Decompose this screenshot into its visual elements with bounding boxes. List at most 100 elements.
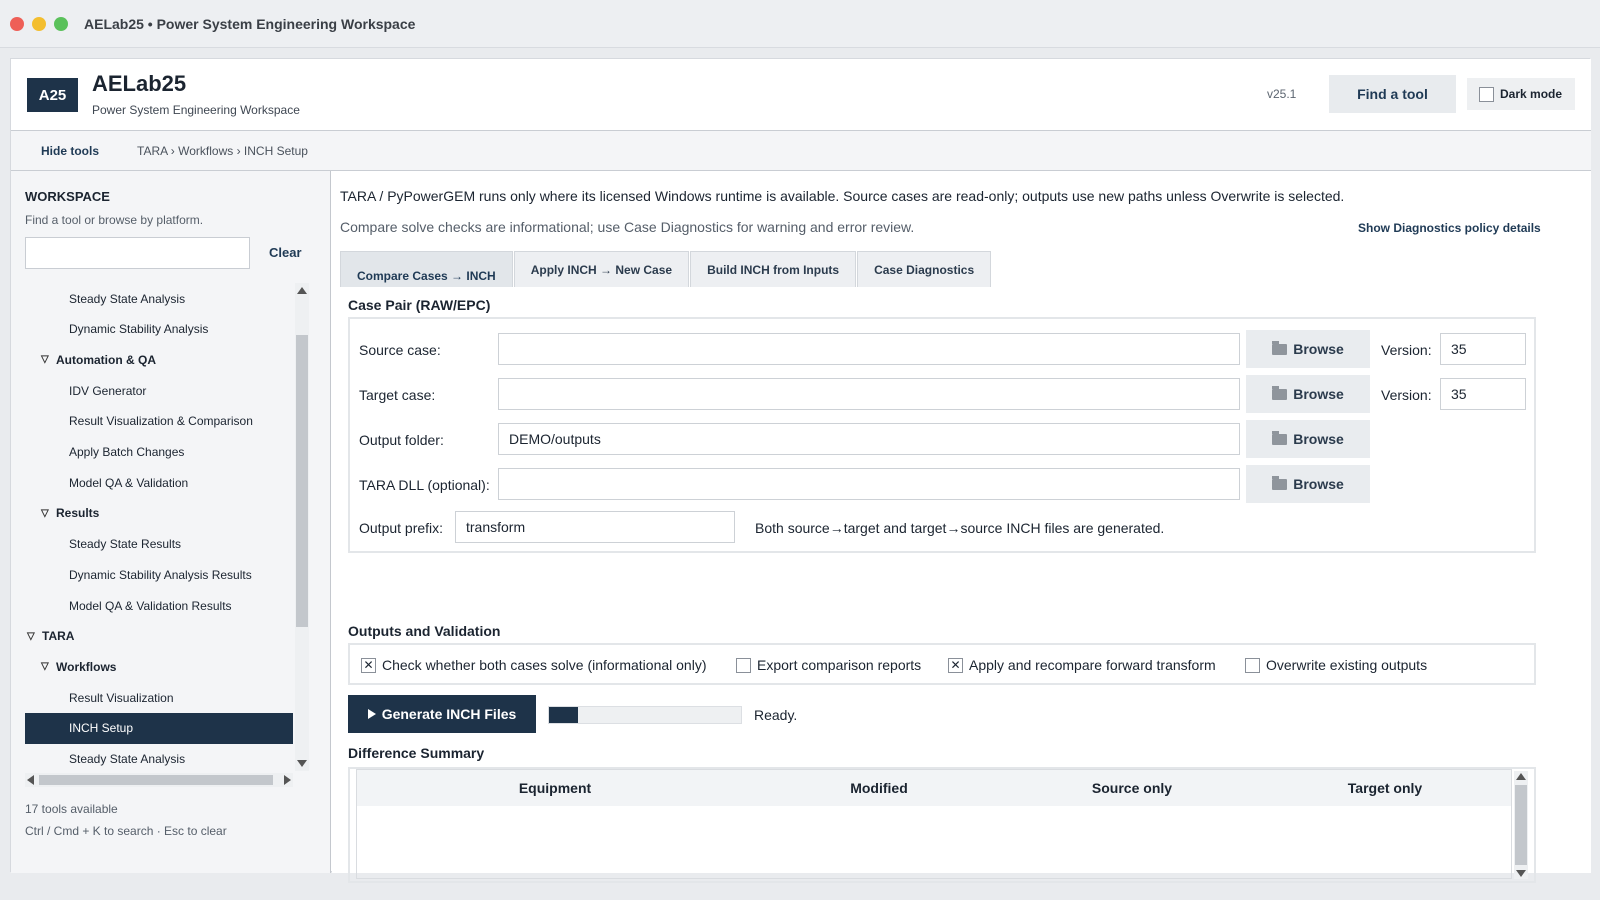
scroll-right-icon[interactable] [284, 775, 291, 785]
maximize-window-button[interactable] [54, 16, 68, 31]
scroll-left-icon[interactable] [27, 775, 34, 785]
option-overwrite[interactable]: Overwrite existing outputs [1245, 657, 1427, 673]
output-folder-input[interactable]: DEMO/outputs [498, 423, 1240, 455]
tree-vertical-scrollbar[interactable] [295, 283, 309, 771]
scroll-down-icon[interactable] [297, 760, 307, 767]
tree-item[interactable]: Result Visualization & Comparison [25, 406, 293, 437]
tree-group[interactable]: ▽ Workflows [25, 651, 293, 682]
app-name: AELab25 [92, 71, 187, 96]
scroll-thumb[interactable] [296, 335, 308, 627]
target-case-input[interactable] [498, 378, 1240, 410]
tab-bar: Compare Cases → INCH Apply INCH → New Ca… [340, 251, 992, 287]
tree-item-label: Apply Batch Changes [69, 445, 185, 459]
chevron-down-icon[interactable]: ▽ [41, 354, 52, 365]
app-subtitle: Power System Engineering Workspace [92, 103, 300, 117]
tree-item[interactable]: Model QA & Validation Results [25, 590, 293, 621]
scroll-up-icon[interactable] [1516, 773, 1526, 780]
tree-item[interactable]: Steady State Analysis [25, 744, 293, 772]
column-target-only[interactable]: Target only [1259, 780, 1511, 796]
folder-icon [1272, 475, 1288, 490]
tree-item-label: Model QA & Validation [69, 475, 189, 490]
tree-item-label: INCH Setup [69, 721, 134, 736]
tree-item[interactable]: Dynamic Stability Analysis Results [25, 559, 293, 590]
browse-source-button[interactable]: Browse [1246, 330, 1370, 368]
sidebar-heading: WORKSPACE [25, 189, 110, 204]
sidebar-subtitle: Find a tool or browse by platform. [25, 213, 204, 227]
main-panel: TARA / PyPowerGEM runs only where its li… [332, 171, 1591, 883]
column-source-only[interactable]: Source only [1005, 780, 1259, 796]
diagnostics-notice: Compare solve checks are informational; … [340, 219, 915, 235]
overwrite-checkbox[interactable] [1245, 657, 1260, 673]
scroll-up-icon[interactable] [297, 287, 307, 294]
source-case-input[interactable] [498, 333, 1240, 365]
tree-item-label: Steady State Results [69, 537, 182, 552]
chevron-down-icon[interactable]: ▽ [41, 661, 52, 672]
difference-table: Equipment Modified Source only Target on… [356, 769, 1512, 879]
tree-group[interactable]: ▽ Automation & QA [25, 344, 293, 375]
tool-search-input[interactable] [25, 237, 250, 269]
tree-item[interactable]: Result Visualization [25, 682, 293, 713]
dark-mode-checkbox[interactable] [1479, 86, 1494, 102]
difference-summary-title: Difference Summary [348, 745, 485, 761]
tab-compare-cases[interactable]: Compare Cases → INCH [340, 251, 513, 287]
browse-label: Browse [1293, 341, 1344, 357]
dll-input[interactable] [498, 468, 1240, 500]
apply-recompare-checkbox[interactable]: ✕ [948, 657, 963, 673]
option-check-solve[interactable]: ✕ Check whether both cases solve (inform… [361, 657, 707, 673]
tab-build-inch[interactable]: Build INCH from Inputs [690, 251, 857, 287]
browse-label: Browse [1293, 386, 1344, 402]
export-reports-checkbox[interactable] [736, 657, 751, 673]
table-vertical-scrollbar[interactable] [1514, 771, 1528, 879]
generate-inch-button[interactable]: Generate INCH Files [348, 695, 536, 733]
diagnostics-policy-link[interactable]: Show Diagnostics policy details [1358, 221, 1541, 235]
hide-tools-button[interactable]: Hide tools [41, 144, 99, 158]
chevron-down-icon[interactable]: ▽ [27, 631, 38, 642]
tree-group[interactable]: ▽ Results [25, 498, 293, 529]
tree-item[interactable]: IDV Generator [25, 375, 293, 406]
option-label: Check whether both cases solve (informat… [382, 657, 707, 673]
tree-horizontal-scrollbar[interactable] [25, 773, 293, 787]
output-prefix-input[interactable]: transform [455, 511, 735, 543]
progress-bar [548, 706, 742, 724]
title-bar: AELab25 • Power System Engineering Works… [0, 0, 1600, 48]
tree-item[interactable]: Steady State Analysis [25, 283, 293, 314]
option-label: Apply and recompare forward transform [969, 657, 1216, 673]
outputs-validation-title: Outputs and Validation [348, 623, 501, 639]
tab-case-diagnostics[interactable]: Case Diagnostics [857, 251, 992, 287]
browse-dll-button[interactable]: Browse [1246, 465, 1370, 503]
folder-icon [1272, 340, 1288, 355]
tree-item[interactable]: INCH Setup [25, 712, 293, 744]
target-version-label: Version: [1381, 387, 1432, 403]
option-label: Overwrite existing outputs [1266, 657, 1428, 673]
runtime-notice: TARA / PyPowerGEM runs only where its li… [340, 188, 1345, 204]
dark-mode-toggle[interactable]: Dark mode [1467, 78, 1575, 110]
column-equipment[interactable]: Equipment [357, 780, 753, 796]
find-tool-button[interactable]: Find a tool [1329, 75, 1456, 113]
scroll-thumb[interactable] [1515, 785, 1527, 865]
source-case-label: Source case: [359, 342, 441, 358]
target-version-input[interactable]: 35 [1440, 378, 1526, 410]
browse-target-button[interactable]: Browse [1246, 375, 1370, 413]
outputs-panel: ✕ Check whether both cases solve (inform… [348, 643, 1536, 685]
scroll-thumb[interactable] [39, 775, 273, 785]
tool-tree: Steady State Analysis Dynamic Stability A… [25, 283, 293, 771]
clear-search-button[interactable]: Clear [269, 245, 302, 260]
tree-item[interactable]: Model QA & Validation [25, 467, 293, 498]
tree-group[interactable]: ▽ TARA [25, 621, 293, 652]
close-window-button[interactable] [10, 16, 24, 31]
minimize-window-button[interactable] [32, 16, 46, 31]
option-apply-recompare[interactable]: ✕ Apply and recompare forward transform [948, 657, 1216, 673]
tool-count: 17 tools available [25, 802, 118, 816]
scroll-down-icon[interactable] [1516, 870, 1526, 877]
column-modified[interactable]: Modified [753, 780, 1005, 796]
tab-apply-inch[interactable]: Apply INCH → New Case [513, 251, 690, 287]
tree-item[interactable]: Dynamic Stability Analysis [25, 314, 293, 345]
chevron-down-icon[interactable]: ▽ [41, 508, 52, 519]
tree-item[interactable]: Apply Batch Changes [25, 437, 293, 468]
option-export-reports[interactable]: Export comparison reports [736, 657, 921, 673]
browse-output-button[interactable]: Browse [1246, 420, 1370, 458]
tree-item[interactable]: Steady State Results [25, 529, 293, 560]
source-version-input[interactable]: 35 [1440, 333, 1526, 365]
check-solve-checkbox[interactable]: ✕ [361, 657, 376, 673]
output-prefix-note: Both source→target and target→source INC… [755, 520, 1165, 536]
